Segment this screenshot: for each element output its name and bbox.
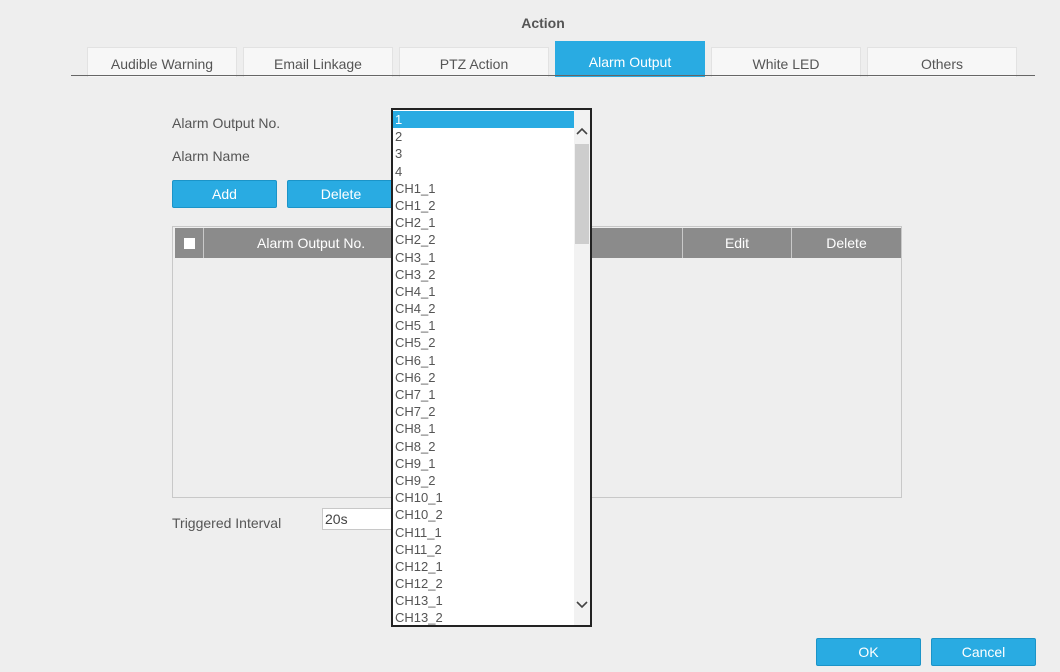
dropdown-option[interactable]: CH6_2 [393,369,574,386]
scroll-up-icon[interactable] [574,122,590,140]
tab-divider [71,75,1035,76]
dropdown-option[interactable]: CH5_1 [393,317,574,334]
tab-email-linkage[interactable]: Email Linkage [243,47,393,77]
dropdown-option[interactable]: CH10_1 [393,489,574,506]
dropdown-option[interactable]: CH3_2 [393,266,574,283]
dropdown-scrollbar[interactable] [574,110,590,625]
dropdown-option[interactable]: CH7_2 [393,403,574,420]
dropdown-option[interactable]: CH12_1 [393,558,574,575]
dropdown-option[interactable]: CH13_1 [393,592,574,609]
dropdown-option[interactable]: 2 [393,128,574,145]
dropdown-option[interactable]: CH12_2 [393,575,574,592]
tab-others[interactable]: Others [867,47,1017,77]
dropdown-option[interactable]: CH5_2 [393,334,574,351]
alarm-output-dropdown-list[interactable]: 1 2 3 4 CH1_1 CH1_2 CH2_1 CH2_2 CH3_1 CH3_2 CH4_1 C… [391,108,592,627]
dropdown-option[interactable]: 4 [393,163,574,180]
dropdown-option[interactable]: CH3_1 [393,249,574,266]
page-title: Action [521,15,565,31]
dropdown-option[interactable]: CH10_2 [393,506,574,523]
tab-bar: Audible Warning Email Linkage PTZ Action… [0,41,1060,77]
dropdown-option[interactable]: CH6_1 [393,352,574,369]
scroll-down-icon[interactable] [574,596,590,614]
dropdown-option[interactable]: CH13_2 [393,609,574,625]
column-edit: Edit [683,228,792,258]
tab-ptz-action[interactable]: PTZ Action [399,47,549,77]
dropdown-options: 1 2 3 4 CH1_1 CH1_2 CH2_1 CH2_2 CH3_1 CH3_2 CH4_1 C… [393,111,574,625]
dropdown-option[interactable]: 3 [393,145,574,162]
dropdown-option[interactable]: CH2_1 [393,214,574,231]
dropdown-option[interactable]: CH1_2 [393,197,574,214]
dropdown-option[interactable]: CH7_1 [393,386,574,403]
dropdown-option[interactable]: CH4_1 [393,283,574,300]
dropdown-option[interactable]: CH9_2 [393,472,574,489]
dropdown-option[interactable]: CH9_1 [393,455,574,472]
tab-audible-warning[interactable]: Audible Warning [87,47,237,77]
dropdown-option[interactable]: CH2_2 [393,231,574,248]
scroll-thumb[interactable] [575,144,589,244]
dropdown-option[interactable]: CH11_2 [393,541,574,558]
dropdown-option[interactable]: CH11_1 [393,524,574,541]
dropdown-option[interactable]: CH8_1 [393,420,574,437]
tab-white-led[interactable]: White LED [711,47,861,77]
add-button[interactable]: Add [172,180,277,208]
dropdown-option[interactable]: CH8_2 [393,438,574,455]
tab-alarm-output[interactable]: Alarm Output [555,41,705,77]
select-all-cell [175,228,204,258]
delete-button[interactable]: Delete [287,180,395,208]
ok-button[interactable]: OK [816,638,921,666]
cancel-button[interactable]: Cancel [931,638,1036,666]
dropdown-option[interactable]: CH4_2 [393,300,574,317]
dropdown-option[interactable]: CH1_1 [393,180,574,197]
dropdown-option[interactable]: 1 [393,111,574,129]
alarm-name-label: Alarm Name [172,148,250,164]
triggered-interval-label: Triggered Interval [172,515,282,531]
select-all-checkbox[interactable] [184,238,195,249]
column-delete: Delete [826,235,867,251]
alarm-output-no-label: Alarm Output No. [172,115,281,131]
